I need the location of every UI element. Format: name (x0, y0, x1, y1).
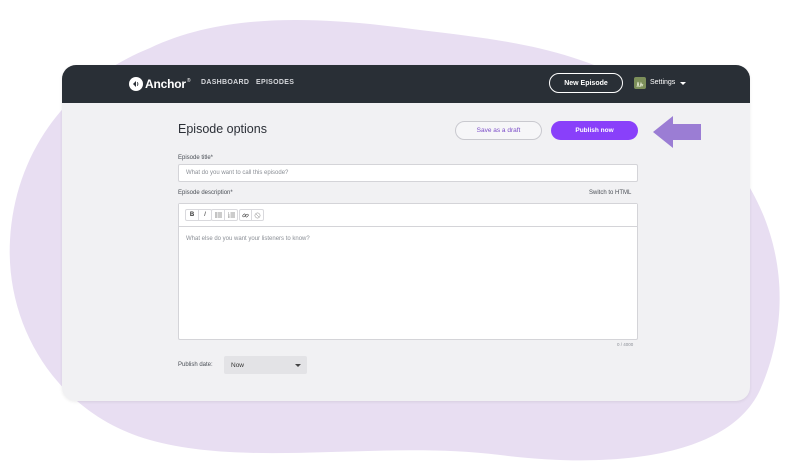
brand-registered-mark: ® (186, 78, 191, 84)
bulleted-list-icon[interactable] (212, 210, 225, 220)
app-window: Anchor ® DASHBOARD EPISODES New Episode … (62, 65, 750, 401)
nav-dashboard[interactable]: DASHBOARD (201, 79, 249, 86)
save-draft-button[interactable]: Save as a draft (455, 121, 542, 140)
anchor-logo-icon (129, 77, 143, 91)
top-navigation-bar: Anchor ® DASHBOARD EPISODES New Episode … (62, 65, 750, 103)
nav-episodes[interactable]: EPISODES (256, 79, 294, 86)
chevron-down-icon[interactable] (680, 82, 686, 85)
episode-title-label: Episode title* (178, 155, 214, 161)
description-placeholder: What else do you want your listeners to … (186, 236, 310, 242)
editor-toolbar: B I (179, 204, 637, 227)
episode-title-input[interactable]: What do you want to call this episode? (178, 164, 638, 182)
format-group: B I (185, 209, 212, 221)
character-count: 0 / 4000 (617, 342, 634, 347)
avatar[interactable] (634, 77, 646, 89)
publish-now-button[interactable]: Publish now (551, 121, 638, 140)
publish-date-label: Publish date: (178, 362, 213, 368)
list-group (211, 209, 238, 221)
link-group (239, 209, 264, 221)
chevron-down-icon (295, 364, 301, 367)
numbered-list-icon[interactable] (225, 210, 237, 220)
episode-description-label: Episode description* (178, 190, 233, 196)
switch-to-html-link[interactable]: Switch to HTML (589, 190, 631, 196)
anchor-logo[interactable]: Anchor ® (129, 76, 191, 92)
new-episode-button[interactable]: New Episode (549, 73, 623, 93)
settings-menu[interactable]: Settings (650, 79, 675, 86)
page-title: Episode options (178, 122, 267, 136)
publish-date-select[interactable]: Now (224, 356, 307, 374)
arrow-left-icon (653, 116, 701, 148)
brand-name: Anchor (145, 77, 186, 91)
unlink-icon[interactable] (252, 210, 263, 220)
italic-icon[interactable]: I (199, 210, 211, 220)
link-icon[interactable] (240, 210, 252, 220)
description-editor[interactable]: B I What else do you want your listeners… (178, 203, 638, 340)
bold-icon[interactable]: B (186, 210, 199, 220)
publish-date-value: Now (231, 361, 245, 369)
